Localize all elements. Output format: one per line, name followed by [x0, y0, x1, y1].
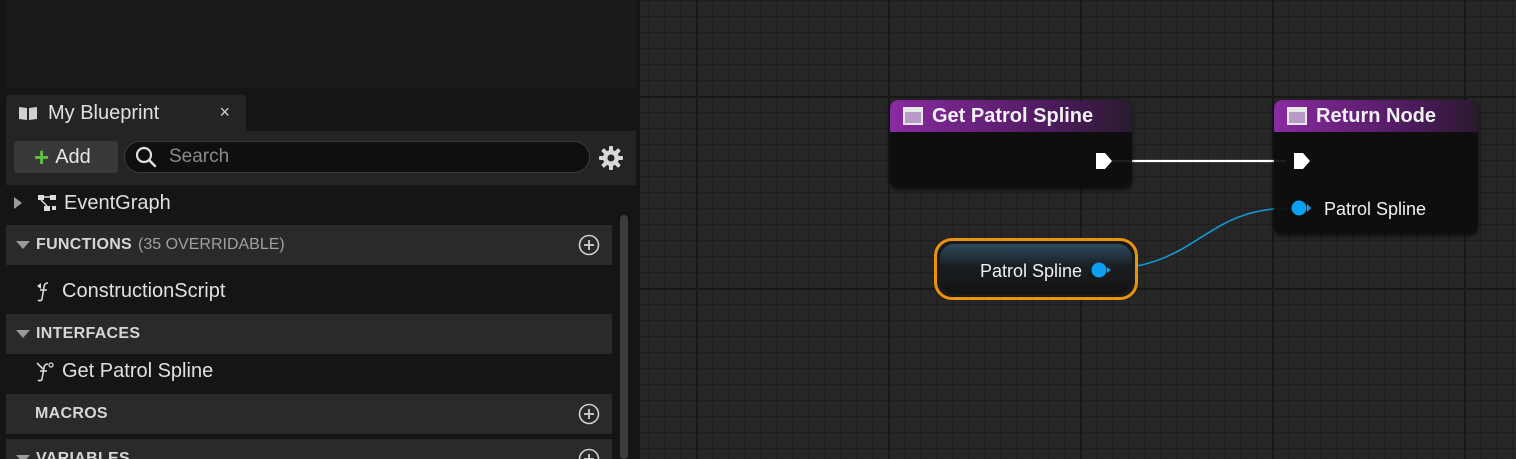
construction-script-item[interactable]: ConstructionScript: [6, 273, 612, 309]
functions-category[interactable]: FUNCTIONS (35 OVERRIDABLE): [6, 225, 612, 265]
patrol-spline-variable-node[interactable]: Patrol Spline: [934, 238, 1138, 300]
add-variable-icon[interactable]: [578, 448, 600, 459]
macros-category[interactable]: MACROS: [6, 394, 612, 434]
functions-category-title: FUNCTIONS: [36, 236, 133, 253]
functions-overridable-count: (35 OVERRIDABLE): [138, 236, 285, 253]
add-function-icon[interactable]: [578, 234, 600, 256]
add-button-label: Add: [55, 145, 91, 168]
return-node[interactable]: Return Node Patrol Spline: [1274, 100, 1478, 234]
collapse-arrow-icon[interactable]: [16, 330, 30, 338]
scrollbar-thumb[interactable]: [620, 215, 628, 459]
blueprint-graph-canvas[interactable]: Get Patrol Spline Return Node Patrol Spl…: [640, 0, 1516, 459]
node-title: Get Patrol Spline: [932, 104, 1094, 127]
search-input[interactable]: [169, 146, 569, 168]
gear-icon[interactable]: [598, 145, 624, 171]
event-graph-icon: [36, 192, 58, 214]
plus-icon: +: [34, 142, 50, 172]
interfaces-category[interactable]: INTERFACES: [6, 314, 612, 354]
construction-script-label: ConstructionScript: [62, 279, 226, 302]
collapse-arrow-icon[interactable]: [16, 455, 30, 459]
object-output-pin[interactable]: [1090, 261, 1114, 279]
my-blueprint-panel: My Blueprint × + Add Search EventGraph F…: [0, 0, 640, 459]
exec-input-pin[interactable]: [1292, 152, 1312, 170]
close-icon[interactable]: ×: [219, 102, 230, 123]
search-box[interactable]: [124, 141, 590, 173]
variables-category[interactable]: VARIABLES: [6, 439, 612, 459]
add-macro-icon[interactable]: [578, 403, 600, 425]
event-graph-item[interactable]: EventGraph: [6, 185, 612, 221]
blueprint-tree: EventGraph FUNCTIONS (35 OVERRIDABLE) Co…: [6, 185, 612, 459]
get-patrol-spline-node[interactable]: Get Patrol Spline: [890, 100, 1132, 188]
function-icon: [902, 106, 924, 126]
search-icon: [135, 146, 157, 168]
macros-category-title: MACROS: [35, 405, 108, 422]
construction-script-icon: [34, 280, 56, 302]
interface-function-icon: [34, 360, 56, 382]
node-header[interactable]: Get Patrol Spline: [890, 100, 1132, 132]
object-input-pin[interactable]: [1290, 199, 1312, 217]
variable-node-label: Patrol Spline: [980, 261, 1083, 281]
book-icon: [18, 105, 38, 121]
empty-panel-area: [6, 0, 636, 88]
node-title: Return Node: [1316, 104, 1436, 127]
exec-output-pin[interactable]: [1094, 152, 1114, 170]
add-button[interactable]: + Add: [14, 141, 118, 173]
variable-node-body: Patrol Spline: [940, 244, 1132, 294]
my-blueprint-tab[interactable]: My Blueprint ×: [6, 95, 246, 131]
blueprint-toolbar: + Add: [6, 131, 636, 185]
event-graph-label: EventGraph: [64, 191, 171, 214]
variables-category-title: VARIABLES: [36, 450, 130, 459]
interfaces-category-title: INTERFACES: [36, 325, 141, 342]
get-patrol-spline-item[interactable]: Get Patrol Spline: [6, 353, 612, 389]
function-icon: [1286, 106, 1308, 126]
expand-arrow-icon[interactable]: [12, 196, 26, 210]
tab-title: My Blueprint: [48, 101, 160, 124]
node-header[interactable]: Return Node: [1274, 100, 1478, 132]
collapse-arrow-icon[interactable]: [16, 241, 30, 249]
return-input-label: Patrol Spline: [1324, 199, 1427, 219]
get-patrol-spline-label: Get Patrol Spline: [62, 359, 214, 382]
tree-scrollbar[interactable]: [618, 215, 630, 459]
